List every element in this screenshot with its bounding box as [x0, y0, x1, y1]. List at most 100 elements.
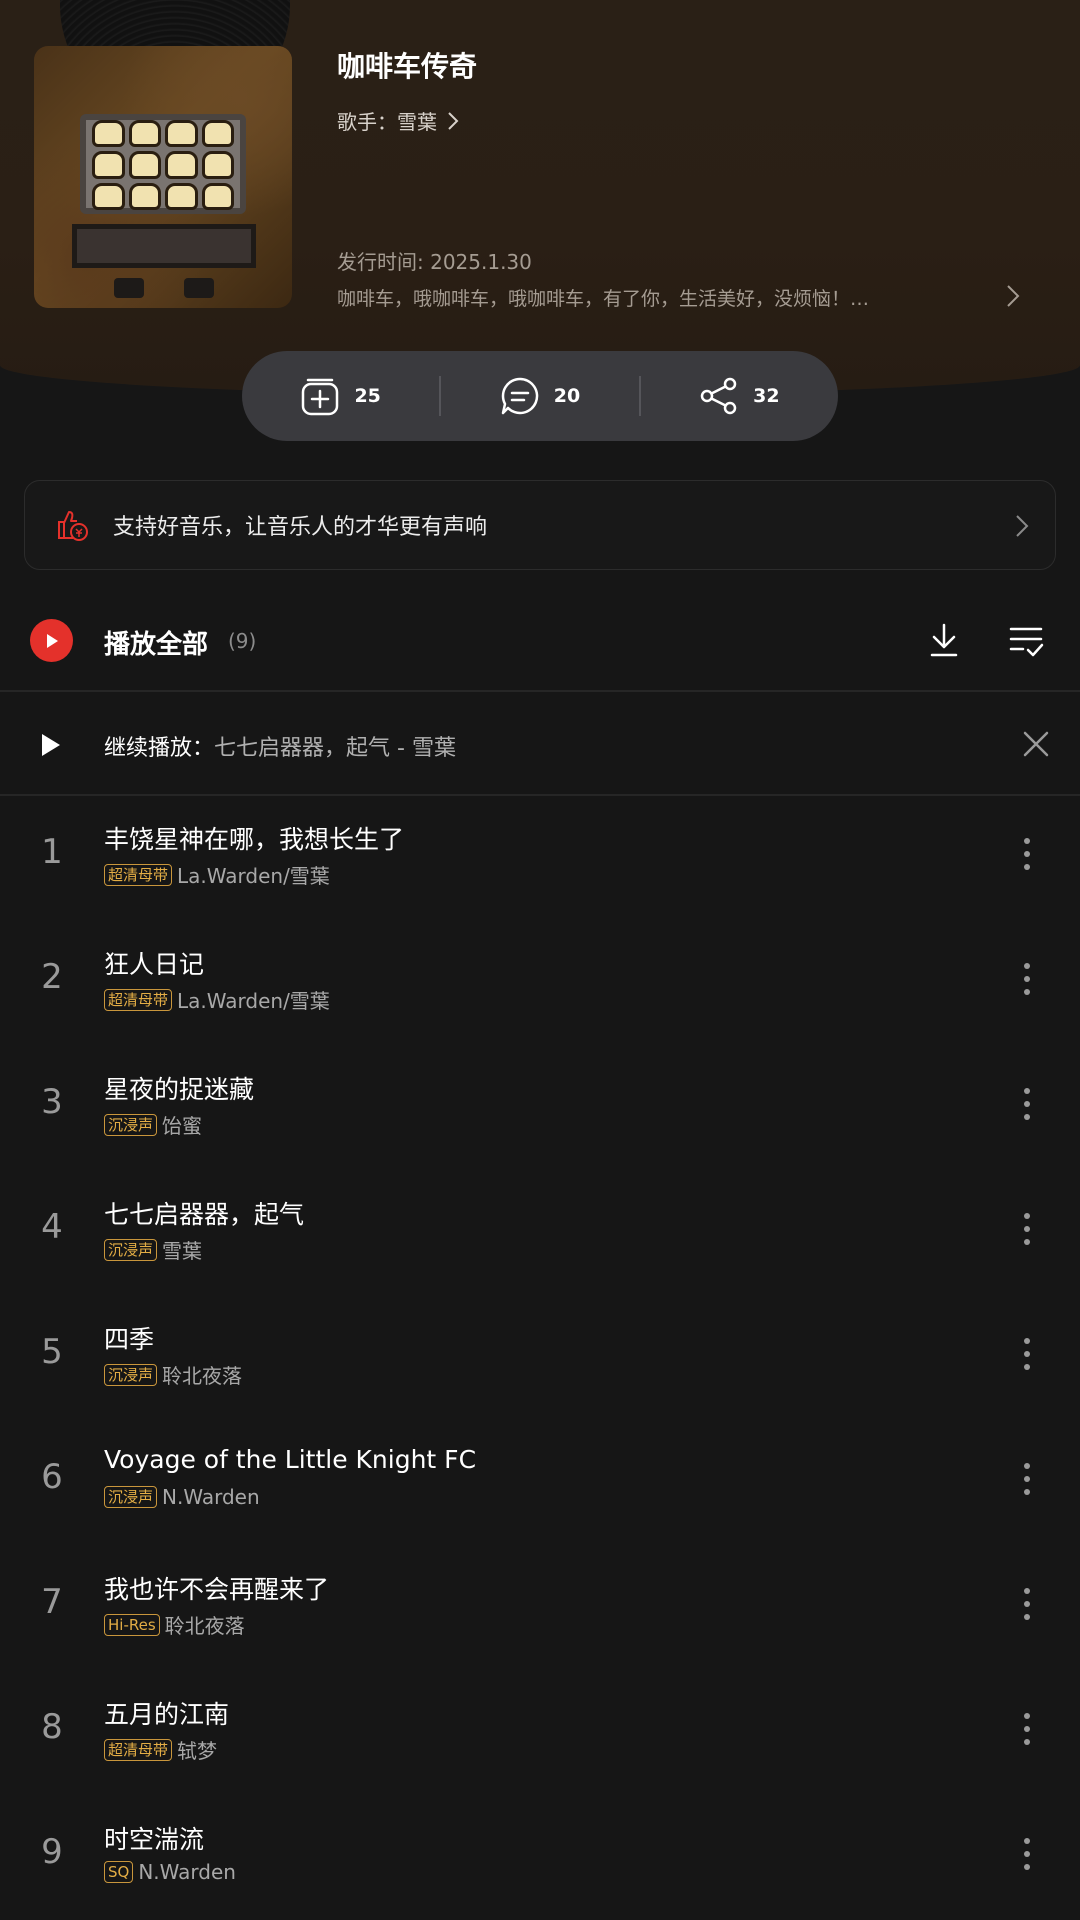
track-meta: 超清母带 轼梦 [104, 1735, 217, 1764]
quality-badge: SQ [104, 1861, 134, 1883]
album-title: 咖啡车传奇 [337, 50, 478, 83]
track-title: 我也许不会再醒来了 [104, 1575, 330, 1604]
track-artist: La.Warden/雪葉 [177, 989, 330, 1013]
quality-badge: 超清母带 [104, 988, 173, 1011]
track-meta: 沉浸声 聆北夜落 [104, 1360, 242, 1389]
track-row[interactable]: 6 Voyage of the Little Knight FC 沉浸声 N.Ward… [0, 1421, 1080, 1546]
play-all-button[interactable] [30, 619, 73, 662]
comment-button[interactable]: 20 [441, 351, 638, 441]
artist-name: 雪葉 [397, 110, 437, 134]
quality-badge: 沉浸声 [104, 1363, 158, 1386]
track-meta: 超清母带 La.Warden/雪葉 [104, 860, 330, 889]
more-vertical-icon[interactable] [1020, 961, 1034, 997]
more-vertical-icon[interactable] [1020, 1211, 1034, 1247]
track-title: 星夜的捉迷藏 [104, 1075, 255, 1104]
track-meta: 沉浸声 N.Warden [104, 1485, 260, 1509]
track-row[interactable]: 1 丰饶星神在哪，我想长生了 超清母带 La.Warden/雪葉 [0, 796, 1080, 921]
more-vertical-icon[interactable] [1020, 1086, 1034, 1122]
track-index: 9 [41, 1832, 63, 1872]
track-count: (9) [228, 629, 257, 653]
share-icon [700, 377, 737, 415]
track-row[interactable]: 9 时空湍流 SQ N.Warden [0, 1796, 1080, 1920]
track-meta: 超清母带 La.Warden/雪葉 [104, 985, 330, 1014]
multi-select-icon[interactable] [1008, 624, 1044, 658]
track-artist: 雪葉 [162, 1239, 203, 1263]
play-all-row[interactable]: 播放全部 (9) [0, 600, 1080, 680]
collect-count: 25 [354, 385, 381, 407]
track-meta: Hi-Res 聆北夜落 [104, 1610, 245, 1639]
chevron-right-icon [1016, 515, 1029, 537]
share-count: 32 [753, 385, 780, 407]
track-index: 3 [41, 1082, 63, 1122]
more-vertical-icon[interactable] [1020, 1586, 1034, 1622]
track-index: 2 [41, 957, 63, 997]
track-meta: 沉浸声 雪葉 [104, 1235, 202, 1264]
track-index: 8 [41, 1707, 63, 1747]
track-title: 丰饶星神在哪，我想长生了 [104, 825, 405, 854]
track-row[interactable]: 4 七七启器器，起气 沉浸声 雪葉 [0, 1171, 1080, 1296]
track-row[interactable]: 7 我也许不会再醒来了 Hi-Res 聆北夜落 [0, 1546, 1080, 1671]
close-icon[interactable] [1022, 730, 1050, 758]
download-icon[interactable] [928, 622, 960, 658]
album-cover[interactable] [34, 46, 292, 308]
more-vertical-icon[interactable] [1020, 836, 1034, 872]
track-artist: 轼梦 [177, 1739, 218, 1763]
play-icon [42, 734, 60, 756]
quality-badge: 沉浸声 [104, 1113, 158, 1136]
quality-badge: 超清母带 [104, 863, 173, 886]
thumbs-up-coin-icon [58, 511, 88, 541]
chevron-right-icon [448, 111, 459, 130]
track-row[interactable]: 8 五月的江南超清母带 轼梦 [0, 1671, 1080, 1796]
quality-badge: 沉浸声 [104, 1486, 158, 1508]
more-vertical-icon[interactable] [1020, 1711, 1034, 1747]
artist-prefix: 歌手： [337, 110, 397, 134]
comment-icon [501, 377, 539, 415]
more-vertical-icon[interactable] [1020, 1836, 1034, 1872]
album-description[interactable]: 咖啡车，哦咖啡车，哦咖啡车，有了你，生活美好，没烦恼！… [337, 284, 917, 311]
track-artist: 饴蜜 [162, 1114, 203, 1138]
track-title: 五月的江南 [104, 1700, 230, 1729]
quality-badge: Hi-Res [104, 1613, 160, 1636]
track-row[interactable]: 3 星夜的捉迷藏 沉浸声 饴蜜 [0, 1046, 1080, 1171]
support-banner[interactable]: 支持好音乐，让音乐人的才华更有声响 [24, 480, 1056, 570]
divider [0, 690, 1080, 692]
more-vertical-icon[interactable] [1020, 1336, 1034, 1372]
track-artist: 聆北夜落 [162, 1364, 243, 1388]
track-index: 1 [41, 832, 63, 872]
support-text: 支持好音乐，让音乐人的才华更有声响 [113, 515, 488, 540]
continue-playing-bar[interactable]: 继续播放：七七启器器，起气 - 雪葉 [0, 694, 1080, 794]
track-row[interactable]: 2 狂人日记超清母带 La.Warden/雪葉 [0, 921, 1080, 1046]
track-title: Voyage of the Little Knight FC [104, 1445, 477, 1474]
quality-badge: 沉浸声 [104, 1238, 158, 1261]
track-meta: SQ N.Warden [104, 1860, 236, 1884]
track-artist: N.Warden [162, 1485, 260, 1509]
track-title: 时空湍流 [104, 1825, 205, 1854]
action-bar: 25 20 32 [242, 351, 838, 441]
track-index: 6 [41, 1457, 63, 1497]
track-artist: La.Warden/雪葉 [177, 864, 330, 888]
continue-song: 七七启器器，起气 - 雪葉 [214, 736, 456, 761]
album-header: 咖啡车传奇 歌手： 雪葉 发行时间: 2025.1.30 咖啡车，哦咖啡车，哦咖… [0, 0, 1080, 395]
track-artist: N.Warden [138, 1860, 236, 1884]
play-all-label: 播放全部 [104, 630, 209, 660]
more-vertical-icon[interactable] [1020, 1461, 1034, 1497]
quality-badge: 超清母带 [104, 1738, 173, 1761]
share-button[interactable]: 32 [641, 351, 838, 441]
track-meta: 沉浸声 饴蜜 [104, 1110, 202, 1139]
track-title: 四季 [104, 1325, 155, 1354]
comment-count: 20 [553, 385, 581, 407]
continue-prefix: 继续播放： [104, 736, 215, 761]
track-index: 7 [41, 1582, 63, 1622]
track-artist: 聆北夜落 [164, 1614, 245, 1638]
chevron-right-icon[interactable] [1006, 284, 1020, 308]
track-title: 七七启器器，起气 [104, 1200, 305, 1229]
play-icon [46, 633, 58, 648]
track-index: 4 [41, 1207, 63, 1247]
track-row[interactable]: 5 四季沉浸声 聆北夜落 [0, 1296, 1080, 1421]
artist-link[interactable]: 歌手： 雪葉 [337, 106, 459, 135]
track-index: 5 [41, 1332, 63, 1372]
release-date: 发行时间: 2025.1.30 [337, 250, 532, 274]
track-title: 狂人日记 [104, 950, 205, 979]
collect-button[interactable]: 25 [242, 351, 439, 441]
add-to-collection-icon [302, 378, 339, 416]
